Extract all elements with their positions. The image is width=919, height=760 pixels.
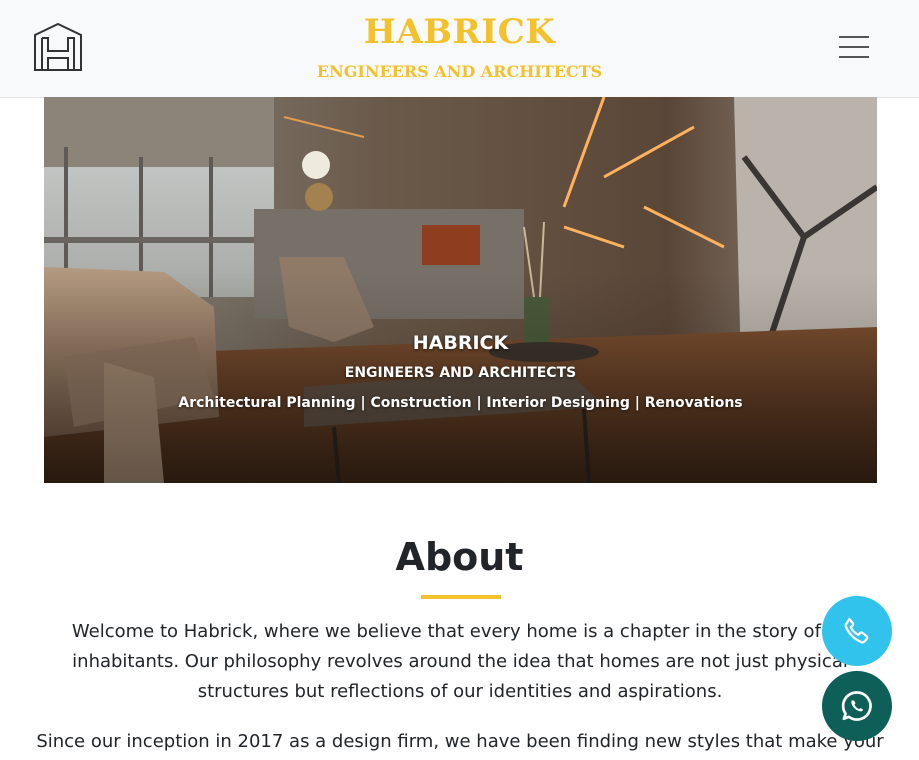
hero-subtitle: ENGINEERS AND ARCHITECTS — [344, 365, 577, 381]
brand-subtitle: ENGINEERS AND ARCHITECTS — [316, 62, 603, 81]
phone-icon — [844, 617, 869, 644]
whatsapp-button[interactable] — [822, 671, 892, 741]
about-heading: About — [395, 535, 524, 579]
hero-services: Architectural Planning | Construction | … — [178, 395, 743, 411]
whatsapp-icon — [841, 691, 872, 721]
brand-title[interactable]: HABRICK — [0, 12, 919, 52]
hero-banner: HABRICK ENGINEERS AND ARCHITECTS Archite… — [44, 97, 877, 483]
hamburger-menu-icon[interactable] — [834, 30, 874, 64]
about-paragraph-1: Welcome to Habrick, where we believe tha… — [71, 621, 849, 702]
about-underline — [421, 595, 501, 599]
phone-call-button[interactable] — [822, 596, 892, 666]
hero-title: HABRICK — [412, 332, 509, 354]
hero-interior-image — [44, 97, 877, 483]
about-paragraph-2: Since our inception in 2017 as a design … — [36, 731, 884, 752]
site-header: HABRICK ENGINEERS AND ARCHITECTS — [0, 0, 919, 98]
